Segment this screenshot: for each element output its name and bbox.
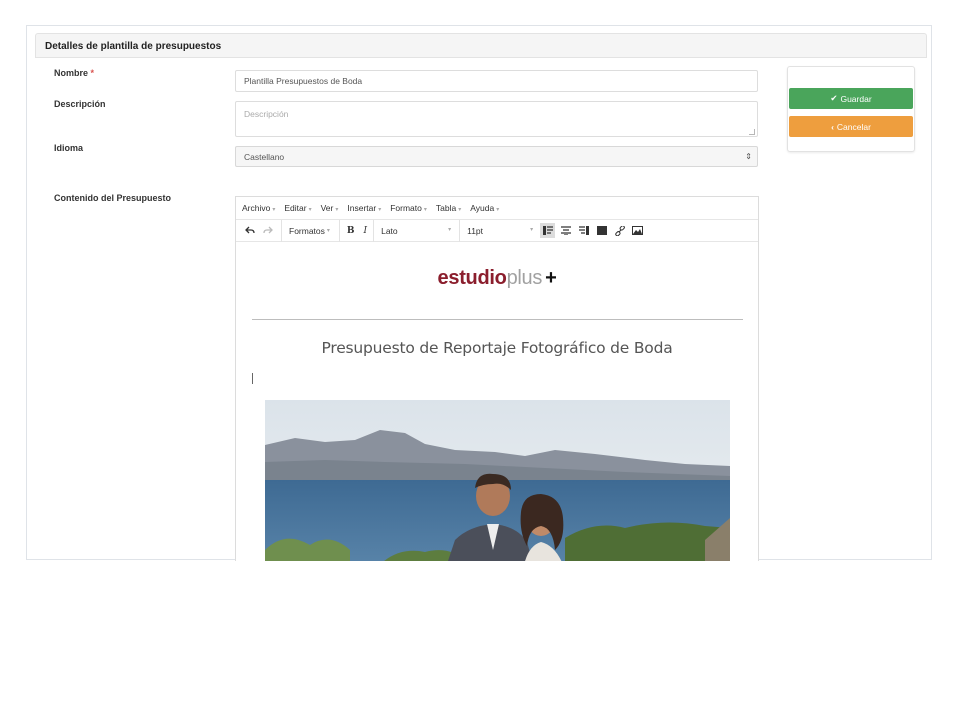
rich-text-editor[interactable]: Archivo ▾ Editar ▾ Ver ▾ Insertar ▾ Formato ▾… bbox=[235, 196, 759, 561]
descripcion-textarea[interactable]: Descripción bbox=[235, 101, 758, 137]
nombre-label: Nombre * bbox=[54, 68, 94, 78]
cancel-button[interactable]: ‹ Cancelar bbox=[789, 116, 913, 137]
toolbar-divider bbox=[373, 219, 375, 242]
toolbar-divider bbox=[459, 219, 461, 242]
bold-button[interactable]: B bbox=[347, 222, 355, 240]
nombre-input[interactable]: Plantilla Presupuestos de Boda bbox=[235, 70, 758, 92]
align-justify-icon[interactable] bbox=[594, 223, 609, 238]
cancel-button-label: Cancelar bbox=[836, 121, 871, 132]
font-family-select[interactable]: Lato ▾ bbox=[381, 226, 451, 236]
formats-dropdown[interactable]: Formatos ▾ bbox=[289, 222, 330, 240]
idioma-selected-value: Castellano bbox=[244, 152, 285, 162]
horizontal-rule bbox=[252, 319, 743, 320]
menu-tabla[interactable]: Tabla ▾ bbox=[436, 203, 461, 213]
select-arrows-icon: ⇕ bbox=[745, 152, 752, 161]
idioma-label: Idioma bbox=[54, 143, 84, 153]
panel-title: Detalles de plantilla de presupuestos bbox=[35, 33, 927, 58]
actions-card bbox=[787, 66, 915, 152]
redo-icon[interactable] bbox=[260, 223, 275, 238]
text-cursor bbox=[252, 373, 253, 384]
menu-insertar[interactable]: Insertar ▾ bbox=[347, 203, 381, 213]
menu-ver[interactable]: Ver ▾ bbox=[321, 203, 339, 213]
save-button-label: Guardar bbox=[840, 93, 872, 104]
align-center-icon[interactable] bbox=[558, 223, 573, 238]
editor-toolbar: Formatos ▾ B I Lato ▾ 11pt ▾ bbox=[236, 219, 758, 242]
image-icon[interactable] bbox=[630, 223, 645, 238]
document-title: Presupuesto de Reportaje Fotográfico de … bbox=[321, 339, 673, 357]
descripcion-placeholder: Descripción bbox=[244, 109, 289, 119]
idioma-select[interactable]: Castellano ⇕ bbox=[235, 146, 758, 167]
align-right-icon[interactable] bbox=[576, 223, 591, 238]
contenido-label: Contenido del Presupuesto bbox=[54, 193, 172, 203]
chevron-left-icon: ‹ bbox=[831, 121, 834, 132]
wedding-photo bbox=[265, 400, 730, 561]
menu-formato[interactable]: Formato ▾ bbox=[390, 203, 427, 213]
menu-archivo[interactable]: Archivo ▾ bbox=[242, 203, 275, 213]
toolbar-divider bbox=[281, 219, 282, 242]
check-icon: ✔ bbox=[830, 93, 838, 103]
link-icon[interactable] bbox=[612, 223, 627, 238]
align-left-icon[interactable] bbox=[540, 223, 556, 238]
menu-ayuda[interactable]: Ayuda ▾ bbox=[470, 203, 499, 213]
font-size-select[interactable]: 11pt ▾ bbox=[467, 226, 533, 236]
save-button[interactable]: ✔ Guardar bbox=[789, 88, 913, 109]
italic-button[interactable]: I bbox=[364, 222, 368, 240]
undo-icon[interactable] bbox=[242, 223, 257, 238]
descripcion-label: Descripción bbox=[54, 99, 106, 109]
menu-editar[interactable]: Editar ▾ bbox=[284, 203, 311, 213]
editor-menubar: Archivo ▾ Editar ▾ Ver ▾ Insertar ▾ Formato ▾… bbox=[236, 197, 758, 220]
editor-content[interactable]: estudioplus + Presupuesto de Reportaje Fo… bbox=[236, 242, 758, 561]
company-logo: estudioplus + bbox=[437, 267, 557, 289]
resize-grip-icon[interactable] bbox=[749, 129, 755, 135]
toolbar-divider bbox=[338, 219, 340, 242]
required-mark: * bbox=[90, 68, 95, 78]
nombre-label-text: Nombre bbox=[54, 68, 89, 78]
